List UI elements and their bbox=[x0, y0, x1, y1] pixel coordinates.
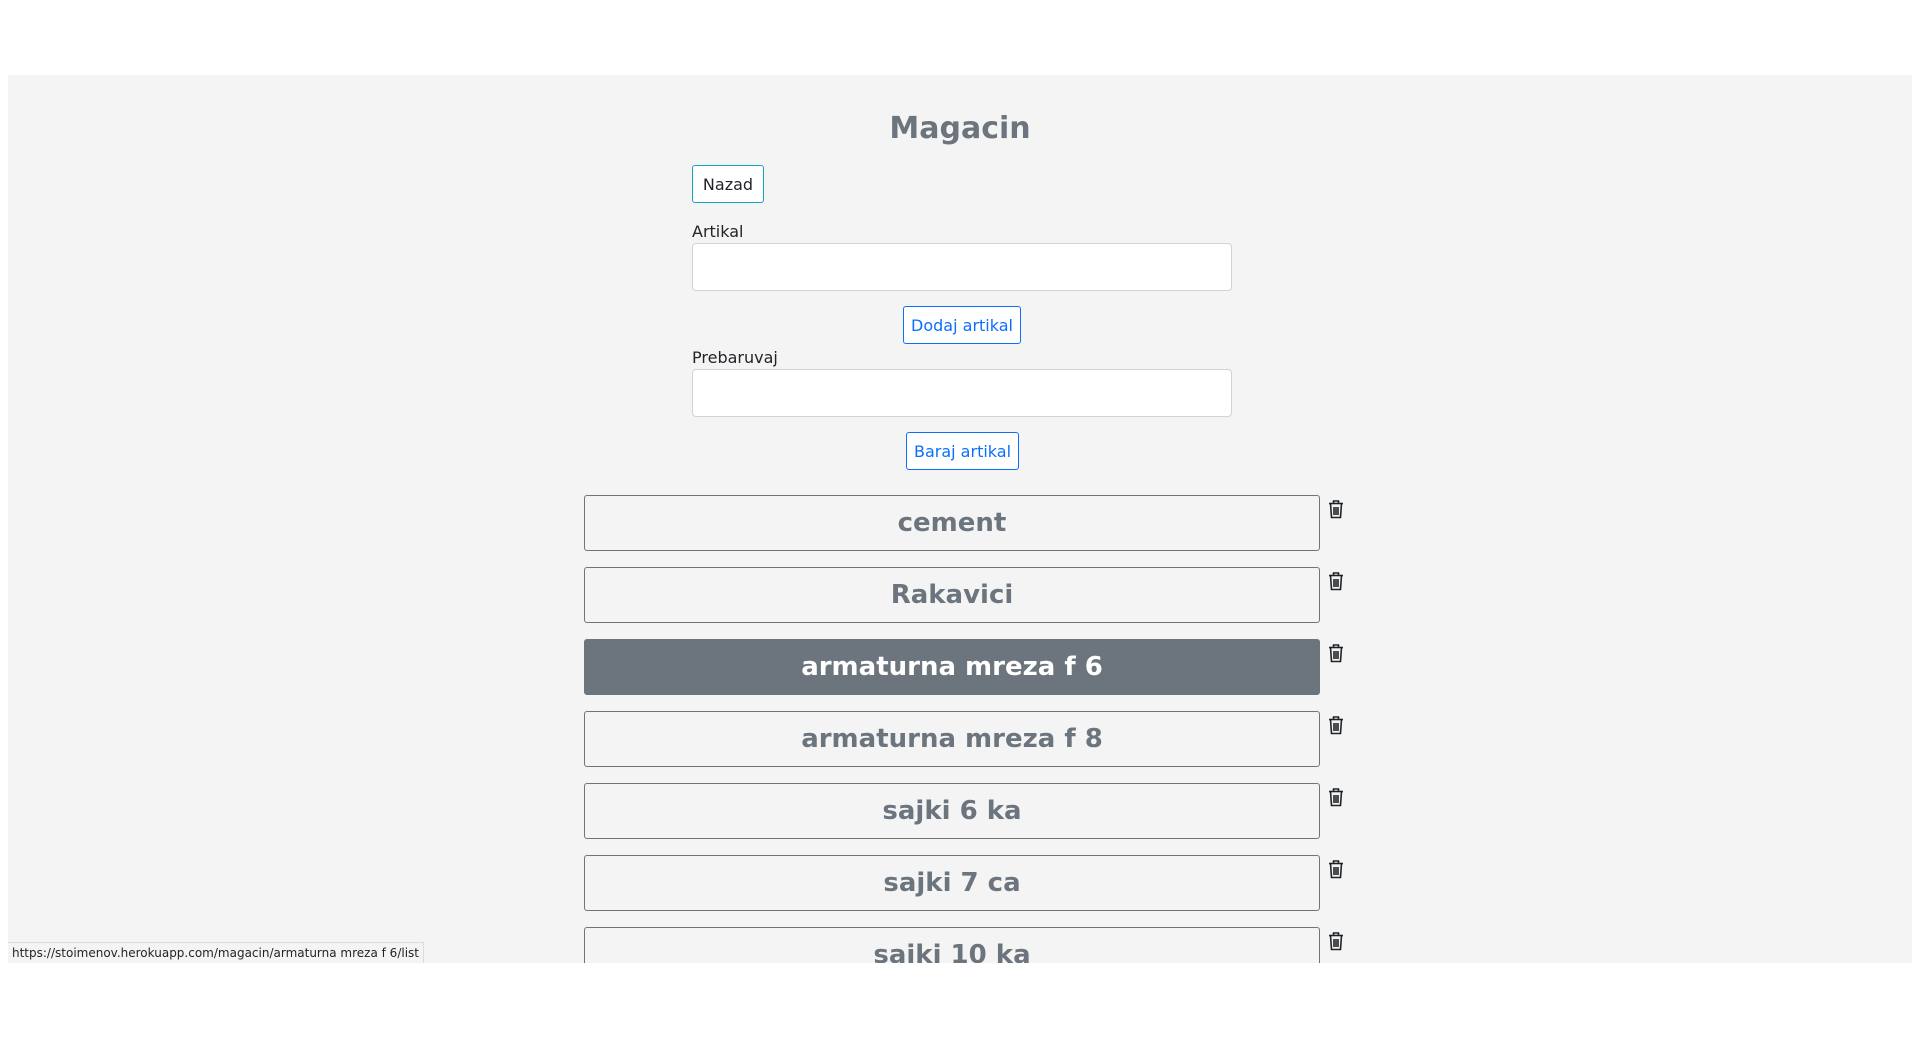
artikal-label: Artikal bbox=[692, 222, 744, 241]
back-button[interactable]: Nazad bbox=[692, 165, 764, 203]
trash-icon[interactable] bbox=[1328, 787, 1344, 807]
list-item: armaturna mreza f 6 bbox=[584, 639, 1344, 695]
artikal-input[interactable] bbox=[692, 243, 1232, 291]
list-item: cement bbox=[584, 495, 1344, 551]
item-button[interactable]: sajki 7 ca bbox=[584, 855, 1320, 911]
list-item: sajki 6 ka bbox=[584, 783, 1344, 839]
link-status-bar: https://stoimenov.herokuapp.com/magacin/… bbox=[8, 942, 424, 963]
trash-icon[interactable] bbox=[1328, 859, 1344, 879]
trash-icon[interactable] bbox=[1328, 499, 1344, 519]
item-button-active[interactable]: armaturna mreza f 6 bbox=[584, 639, 1320, 695]
trash-icon[interactable] bbox=[1328, 715, 1344, 735]
item-button[interactable]: armaturna mreza f 8 bbox=[584, 711, 1320, 767]
item-button[interactable]: sajki 10 ka bbox=[584, 927, 1320, 963]
trash-icon[interactable] bbox=[1328, 643, 1344, 663]
list-item: sajki 7 ca bbox=[584, 855, 1344, 911]
trash-icon[interactable] bbox=[1328, 571, 1344, 591]
list-item: sajki 10 ka bbox=[584, 927, 1344, 963]
page-title: Magacin bbox=[889, 111, 1031, 146]
search-button[interactable]: Baraj artikal bbox=[906, 432, 1019, 470]
item-button[interactable]: cement bbox=[584, 495, 1320, 551]
item-button[interactable]: sajki 6 ka bbox=[584, 783, 1320, 839]
list-item: Rakavici bbox=[584, 567, 1344, 623]
search-label: Prebaruvaj bbox=[692, 348, 778, 367]
list-item: armaturna mreza f 8 bbox=[584, 711, 1344, 767]
trash-icon[interactable] bbox=[1328, 931, 1344, 951]
page-viewport: Magacin Nazad Artikal Dodaj artikal Preb… bbox=[8, 75, 1912, 963]
search-input[interactable] bbox=[692, 369, 1232, 417]
item-button[interactable]: Rakavici bbox=[584, 567, 1320, 623]
add-item-button[interactable]: Dodaj artikal bbox=[903, 306, 1021, 344]
